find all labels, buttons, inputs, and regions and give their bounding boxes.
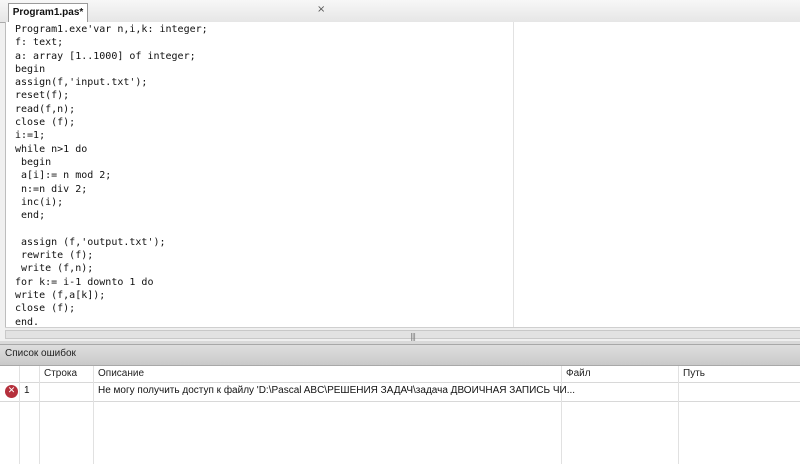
code-line: while n>1 do [15, 143, 88, 155]
error-index: 1 [24, 385, 30, 396]
code-line: a: array [1..1000] of integer; [15, 50, 196, 62]
code-line: Program1.exe'var n,i,k: integer; [15, 24, 208, 35]
row-divider [0, 401, 800, 402]
code-line: reset(f); [15, 90, 70, 102]
error-list: Строка Описание Файл Путь ✕ 1 Не могу по… [0, 366, 800, 464]
column-divider [93, 366, 94, 464]
code-line: write (f,a[k]); [15, 289, 106, 301]
code-editor[interactable]: Program1.exe'var n,i,k: integer; f: text… [5, 22, 800, 329]
code-line: i:=1; [15, 130, 46, 142]
column-divider [19, 366, 20, 464]
column-header-path[interactable]: Путь [683, 366, 705, 382]
scrollbar-thumb[interactable]: ||| [5, 330, 800, 341]
code-line: rewrite (f); [15, 250, 94, 262]
code-line: write (f,n); [15, 263, 94, 275]
column-divider [39, 366, 40, 464]
horizontal-scrollbar[interactable]: ||| [5, 327, 800, 342]
code-text: Program1.exe'var n,i,k: integer; f: text… [15, 23, 208, 329]
right-margin-line [513, 22, 514, 327]
grip-icon: ||| [410, 332, 416, 341]
code-line: a[i]:= n mod 2; [15, 170, 112, 182]
column-header-line[interactable]: Строка [44, 366, 77, 382]
code-line: close (f); [15, 117, 76, 129]
code-line: f: text; [15, 37, 64, 49]
code-line: end; [15, 210, 46, 222]
header-divider [0, 382, 800, 383]
error-panel-title: Список ошибок [5, 348, 76, 359]
code-line: inc(i); [15, 196, 64, 208]
tab-program1[interactable]: Program1.pas* [8, 3, 88, 23]
code-line: begin [15, 63, 46, 75]
column-header-description[interactable]: Описание [98, 366, 144, 382]
column-divider [678, 366, 679, 464]
code-line: read(f,n); [15, 103, 76, 115]
column-divider [561, 366, 562, 464]
code-line: assign(f,'input.txt'); [15, 77, 148, 89]
code-line: n:=n div 2; [15, 183, 88, 195]
error-description: Не могу получить доступ к файлу 'D:\Pasc… [98, 385, 576, 396]
column-header-file[interactable]: Файл [566, 366, 591, 382]
code-line: for k:= i-1 downto 1 do [15, 276, 154, 288]
code-line: close (f); [15, 303, 76, 315]
tab-bar: Program1.pas* × [0, 0, 800, 23]
error-icon: ✕ [5, 385, 18, 398]
error-panel-header: Список ошибок [0, 344, 800, 366]
close-icon[interactable]: × [317, 4, 325, 15]
code-line: begin [15, 156, 52, 168]
code-line: assign (f,'output.txt'); [15, 236, 166, 248]
